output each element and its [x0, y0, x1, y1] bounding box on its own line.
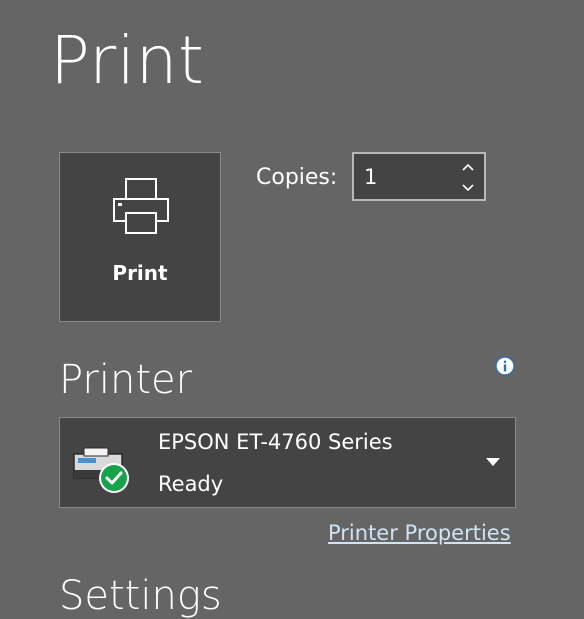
copies-stepper[interactable] [352, 152, 486, 201]
printer-section-title: Printer [59, 357, 193, 403]
printer-status: Ready [158, 472, 224, 496]
printer-dropdown[interactable]: EPSON ET-4760 Series Ready [59, 417, 516, 508]
printer-icon [113, 178, 169, 234]
settings-section-title: Settings [59, 573, 222, 619]
chevron-down-icon[interactable] [460, 180, 476, 196]
printer-ready-icon [73, 447, 129, 493]
printer-properties-link[interactable]: Printer Properties [328, 521, 511, 545]
print-button[interactable]: Print [59, 152, 221, 322]
copies-label: Copies: [256, 165, 338, 190]
info-icon[interactable] [495, 356, 515, 376]
printer-name: EPSON ET-4760 Series [158, 430, 393, 454]
chevron-up-icon[interactable] [460, 159, 476, 175]
page-title: Print [50, 22, 205, 99]
caret-down-icon [486, 458, 500, 466]
print-button-label: Print [112, 261, 168, 285]
copies-input[interactable] [364, 164, 444, 190]
